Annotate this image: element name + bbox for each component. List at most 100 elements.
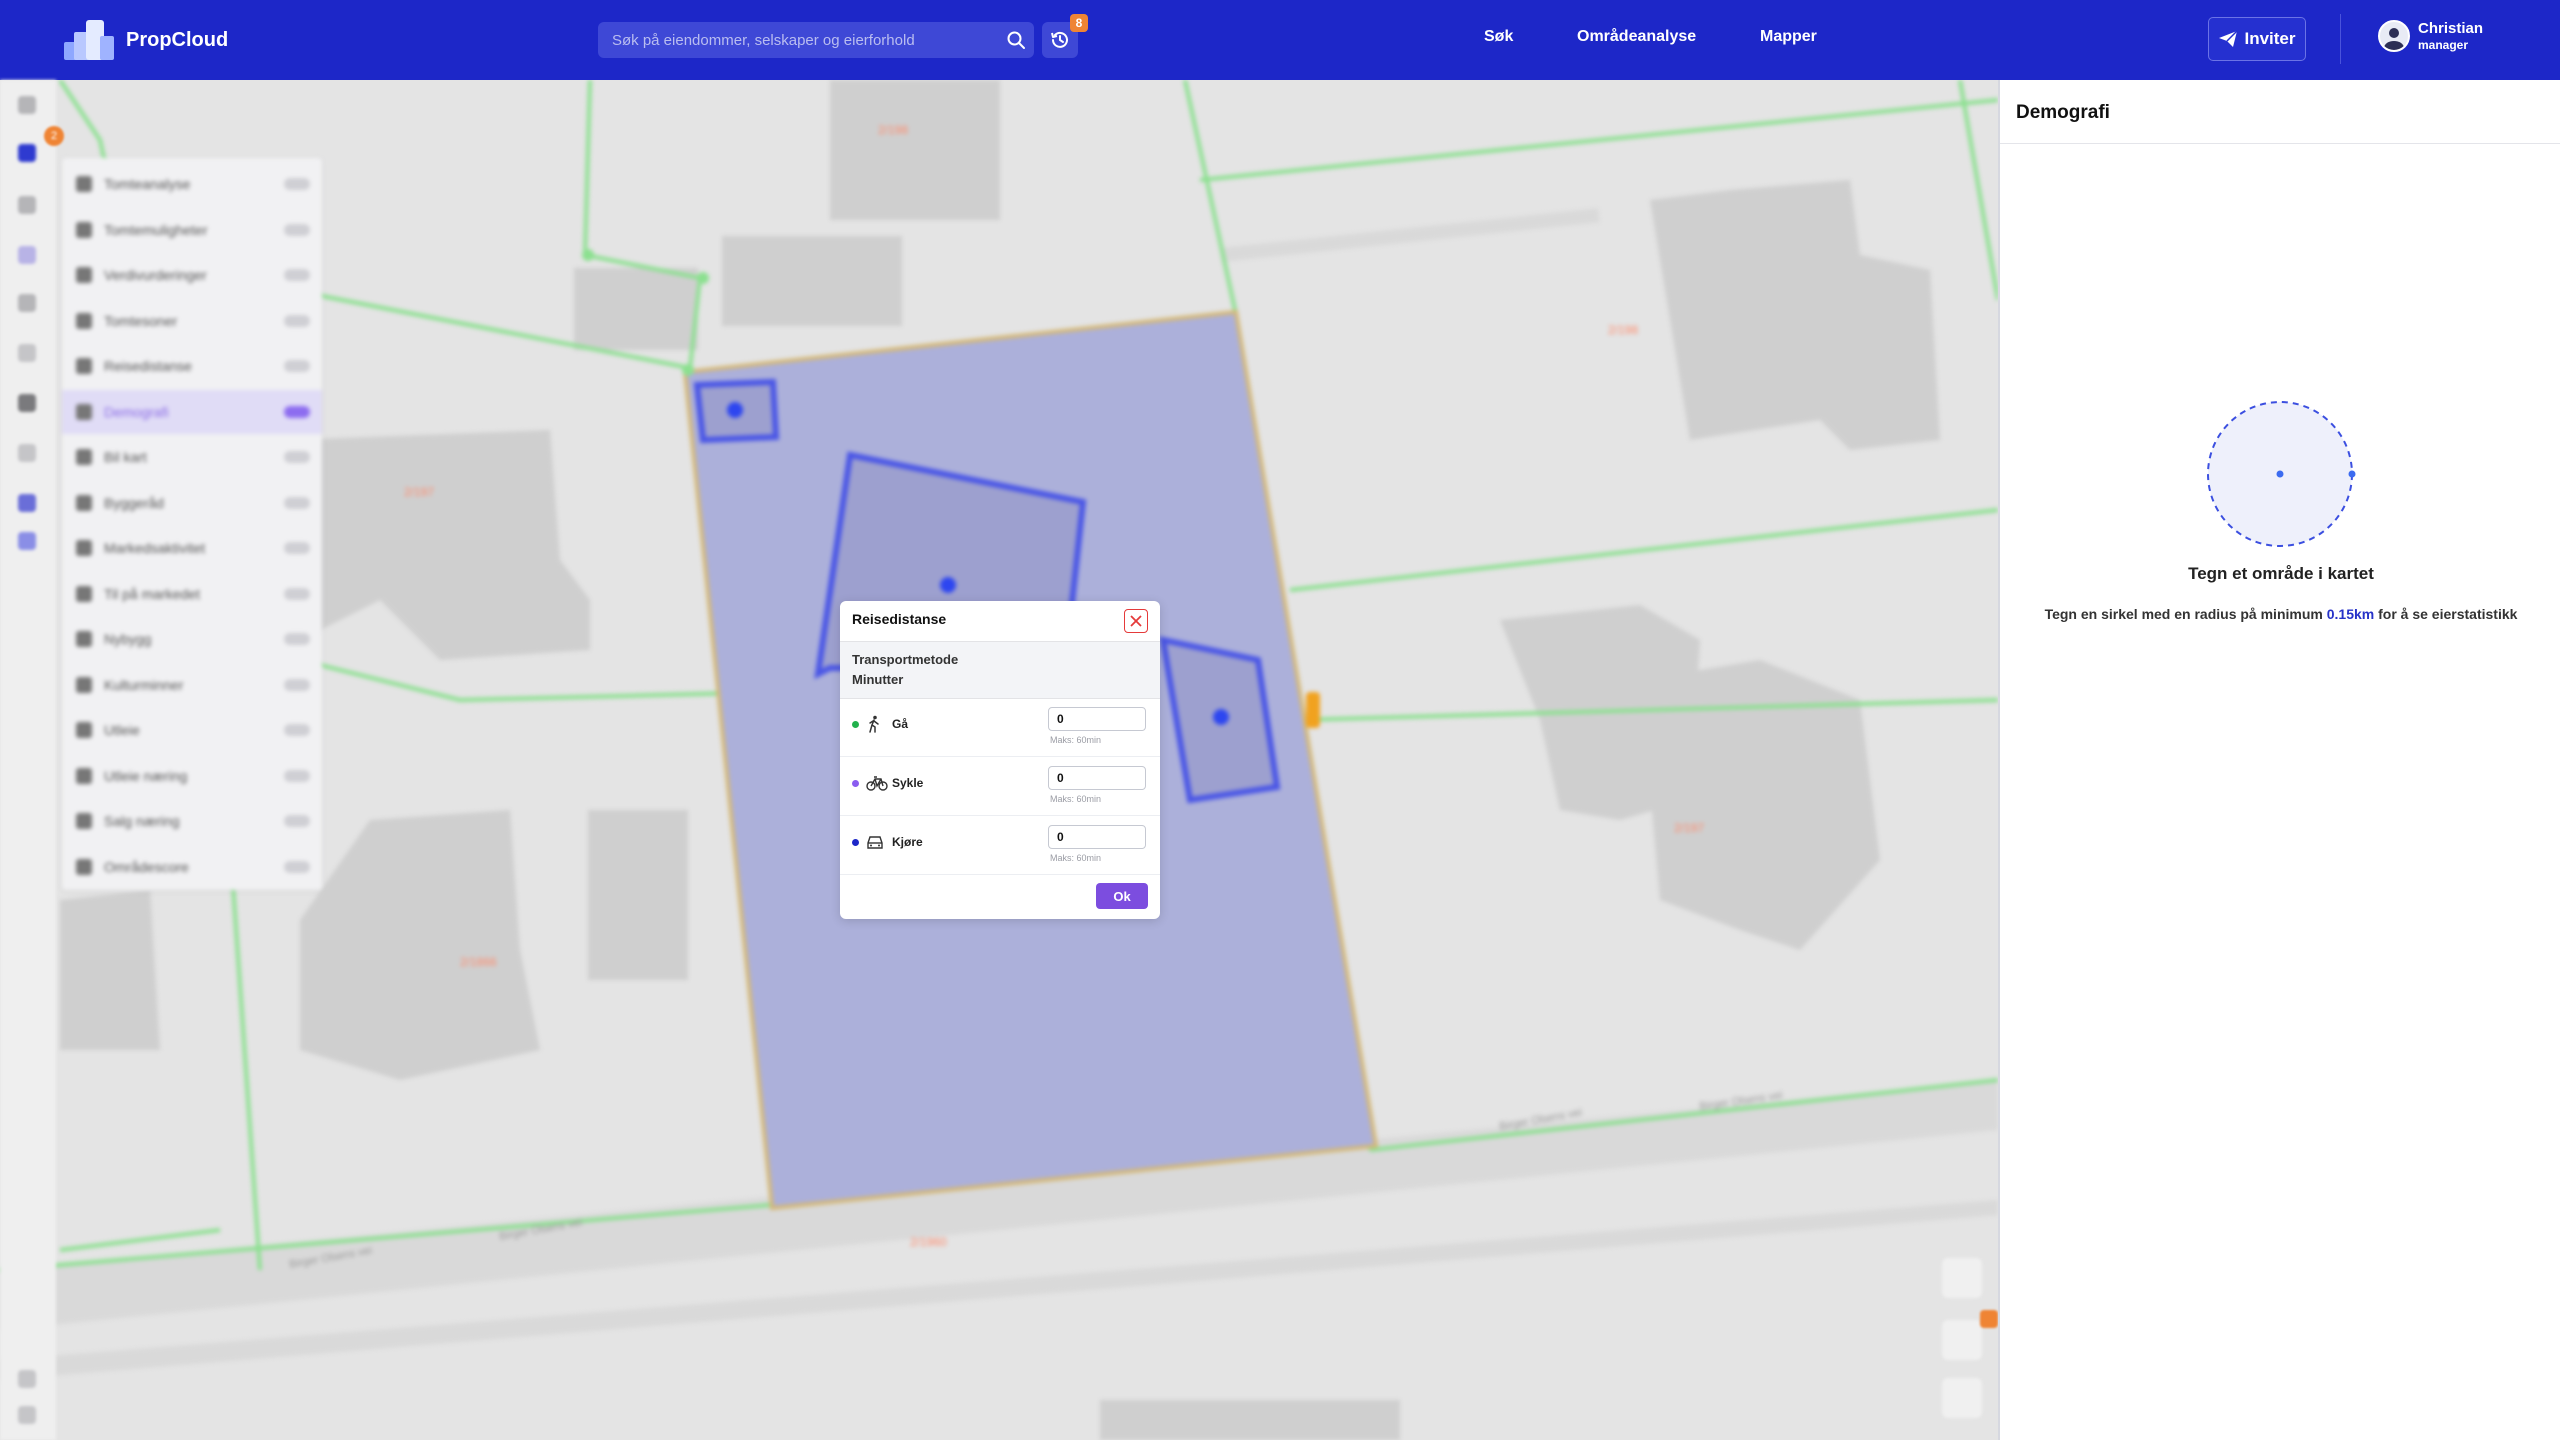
status-dot: [852, 839, 859, 846]
layer-icon: [76, 722, 92, 738]
layer-toggle[interactable]: [284, 633, 310, 645]
layer-item[interactable]: Salg næring: [62, 799, 322, 843]
layer-toggle[interactable]: [284, 178, 310, 190]
layer-item[interactable]: Utleie: [62, 708, 322, 752]
layer-icon: [76, 449, 92, 465]
layer-item[interactable]: Reisedistanse: [62, 344, 322, 388]
brand-name: PropCloud: [126, 28, 229, 51]
list-icon[interactable]: [18, 246, 36, 264]
layer-label: Utleie: [104, 722, 140, 738]
layer-toggle[interactable]: [284, 496, 310, 509]
svg-text:2/1960: 2/1960: [910, 1235, 947, 1249]
basemap-icon[interactable]: [1942, 1258, 1982, 1298]
layers-toggle-icon[interactable]: [1942, 1320, 1982, 1360]
status-dot: [852, 780, 859, 787]
nav-omradeanalyse[interactable]: Områdeanalyse: [1577, 28, 1696, 46]
chart-icon[interactable]: [18, 294, 36, 312]
nav-mapper[interactable]: Mapper: [1760, 28, 1817, 46]
layer-item[interactable]: Markedsaktivitet: [62, 526, 322, 570]
layer-toggle[interactable]: [284, 405, 310, 418]
layer-toggle[interactable]: [284, 860, 310, 873]
layer-item[interactable]: Utleie næring: [62, 754, 322, 798]
layer-toggle[interactable]: [284, 542, 310, 554]
layer-toggle[interactable]: [284, 678, 310, 691]
message-icon[interactable]: [18, 394, 36, 412]
brand-logo[interactable]: PropCloud: [62, 18, 228, 62]
global-search[interactable]: [598, 22, 1034, 58]
layer-label: Reisedistanse: [104, 358, 192, 374]
layer-toggle[interactable]: [284, 269, 310, 281]
min-radius-value: 0.15km: [2326, 606, 2375, 622]
layer-icon: [76, 540, 92, 556]
layer-count-badge: 2: [44, 126, 64, 146]
minus-icon[interactable]: [18, 1406, 36, 1424]
ok-button[interactable]: Ok: [1096, 883, 1148, 909]
layer-item[interactable]: Byggeråd: [62, 481, 322, 525]
layer-icon: [76, 267, 92, 283]
layer-item[interactable]: Verdivurderinger: [62, 253, 322, 297]
svg-text:2/198: 2/198: [878, 123, 908, 137]
user-menu[interactable]: Christian manager: [2378, 20, 2483, 52]
layer-toggle[interactable]: [284, 451, 310, 463]
layer-icon: [76, 403, 92, 420]
header-divider: [2340, 14, 2341, 64]
layer-item[interactable]: Tomtemuligheter: [62, 208, 322, 252]
search-icon[interactable]: [1006, 30, 1026, 50]
walk-max-hint: Maks: 60min: [1050, 735, 1102, 745]
layer-item[interactable]: Demografi: [62, 389, 322, 434]
invite-button[interactable]: Inviter: [2208, 17, 2306, 61]
layer-toggle[interactable]: [284, 314, 310, 327]
layer-icon: [76, 631, 92, 647]
layer-label: Tomtesoner: [104, 312, 178, 329]
layer-item[interactable]: Kulturminner: [62, 663, 322, 707]
layer-item[interactable]: Til på markedet: [62, 572, 322, 616]
svg-text:2/1866: 2/1866: [460, 955, 497, 969]
layer-label: Demografi: [104, 403, 169, 420]
bike-label: Sykle: [892, 776, 924, 790]
layer-icon: [76, 813, 92, 829]
layer-icon: [76, 585, 92, 602]
travel-distance-dialog: Reisedistanse Transportmetode Minutter G…: [840, 601, 1160, 919]
pencil-icon[interactable]: [18, 196, 36, 214]
walk-minutes-input[interactable]: [1048, 707, 1146, 731]
layer-toggle[interactable]: [284, 769, 310, 782]
nav-sok[interactable]: Søk: [1484, 28, 1513, 46]
info-icon[interactable]: [18, 444, 36, 462]
layer-label: Tomteanalyse: [104, 176, 191, 192]
map-tool-rail: [0, 80, 56, 1440]
flag-icon[interactable]: [18, 532, 36, 550]
locate-icon[interactable]: [1942, 1378, 1982, 1418]
search-input[interactable]: [598, 22, 998, 58]
car-max-hint: Maks: 60min: [1050, 853, 1102, 863]
bike-minutes-input[interactable]: [1048, 766, 1146, 790]
layer-label: Salg næring: [104, 813, 180, 829]
car-minutes-input[interactable]: [1048, 825, 1146, 849]
layer-item[interactable]: Nybygg: [62, 617, 322, 661]
layer-icon: [76, 858, 92, 875]
layers-icon[interactable]: [18, 144, 36, 162]
panel-header: Demografi: [2000, 80, 2560, 144]
plus-icon[interactable]: [18, 1370, 36, 1388]
status-dot: [852, 721, 859, 728]
dialog-title: Reisedistanse: [852, 611, 947, 627]
layer-item[interactable]: Tomteanalyse: [62, 162, 322, 206]
layer-item[interactable]: Bil kart: [62, 435, 322, 479]
layer-item[interactable]: Tomtesoner: [62, 299, 322, 343]
bike-icon: [866, 776, 888, 791]
car-icon: [867, 836, 883, 849]
layer-toggle[interactable]: [284, 815, 310, 827]
bike-max-hint: Maks: 60min: [1050, 794, 1102, 804]
people-icon[interactable]: [18, 494, 36, 512]
close-button[interactable]: [1124, 609, 1148, 633]
layer-toggle[interactable]: [284, 724, 310, 736]
layer-toggle[interactable]: [284, 587, 310, 600]
layer-toggle[interactable]: [284, 360, 310, 372]
search-icon[interactable]: [18, 96, 36, 114]
user-name: Christian: [2418, 20, 2484, 37]
layer-toggle[interactable]: [284, 223, 310, 236]
layer-item[interactable]: Områdescore: [62, 845, 322, 889]
hint-text-end: for å se eierstatistikk: [2378, 606, 2518, 622]
layer-label: Verdivurderinger: [104, 267, 207, 283]
layer-label: Områdescore: [104, 858, 189, 875]
grid-icon[interactable]: [18, 344, 36, 362]
